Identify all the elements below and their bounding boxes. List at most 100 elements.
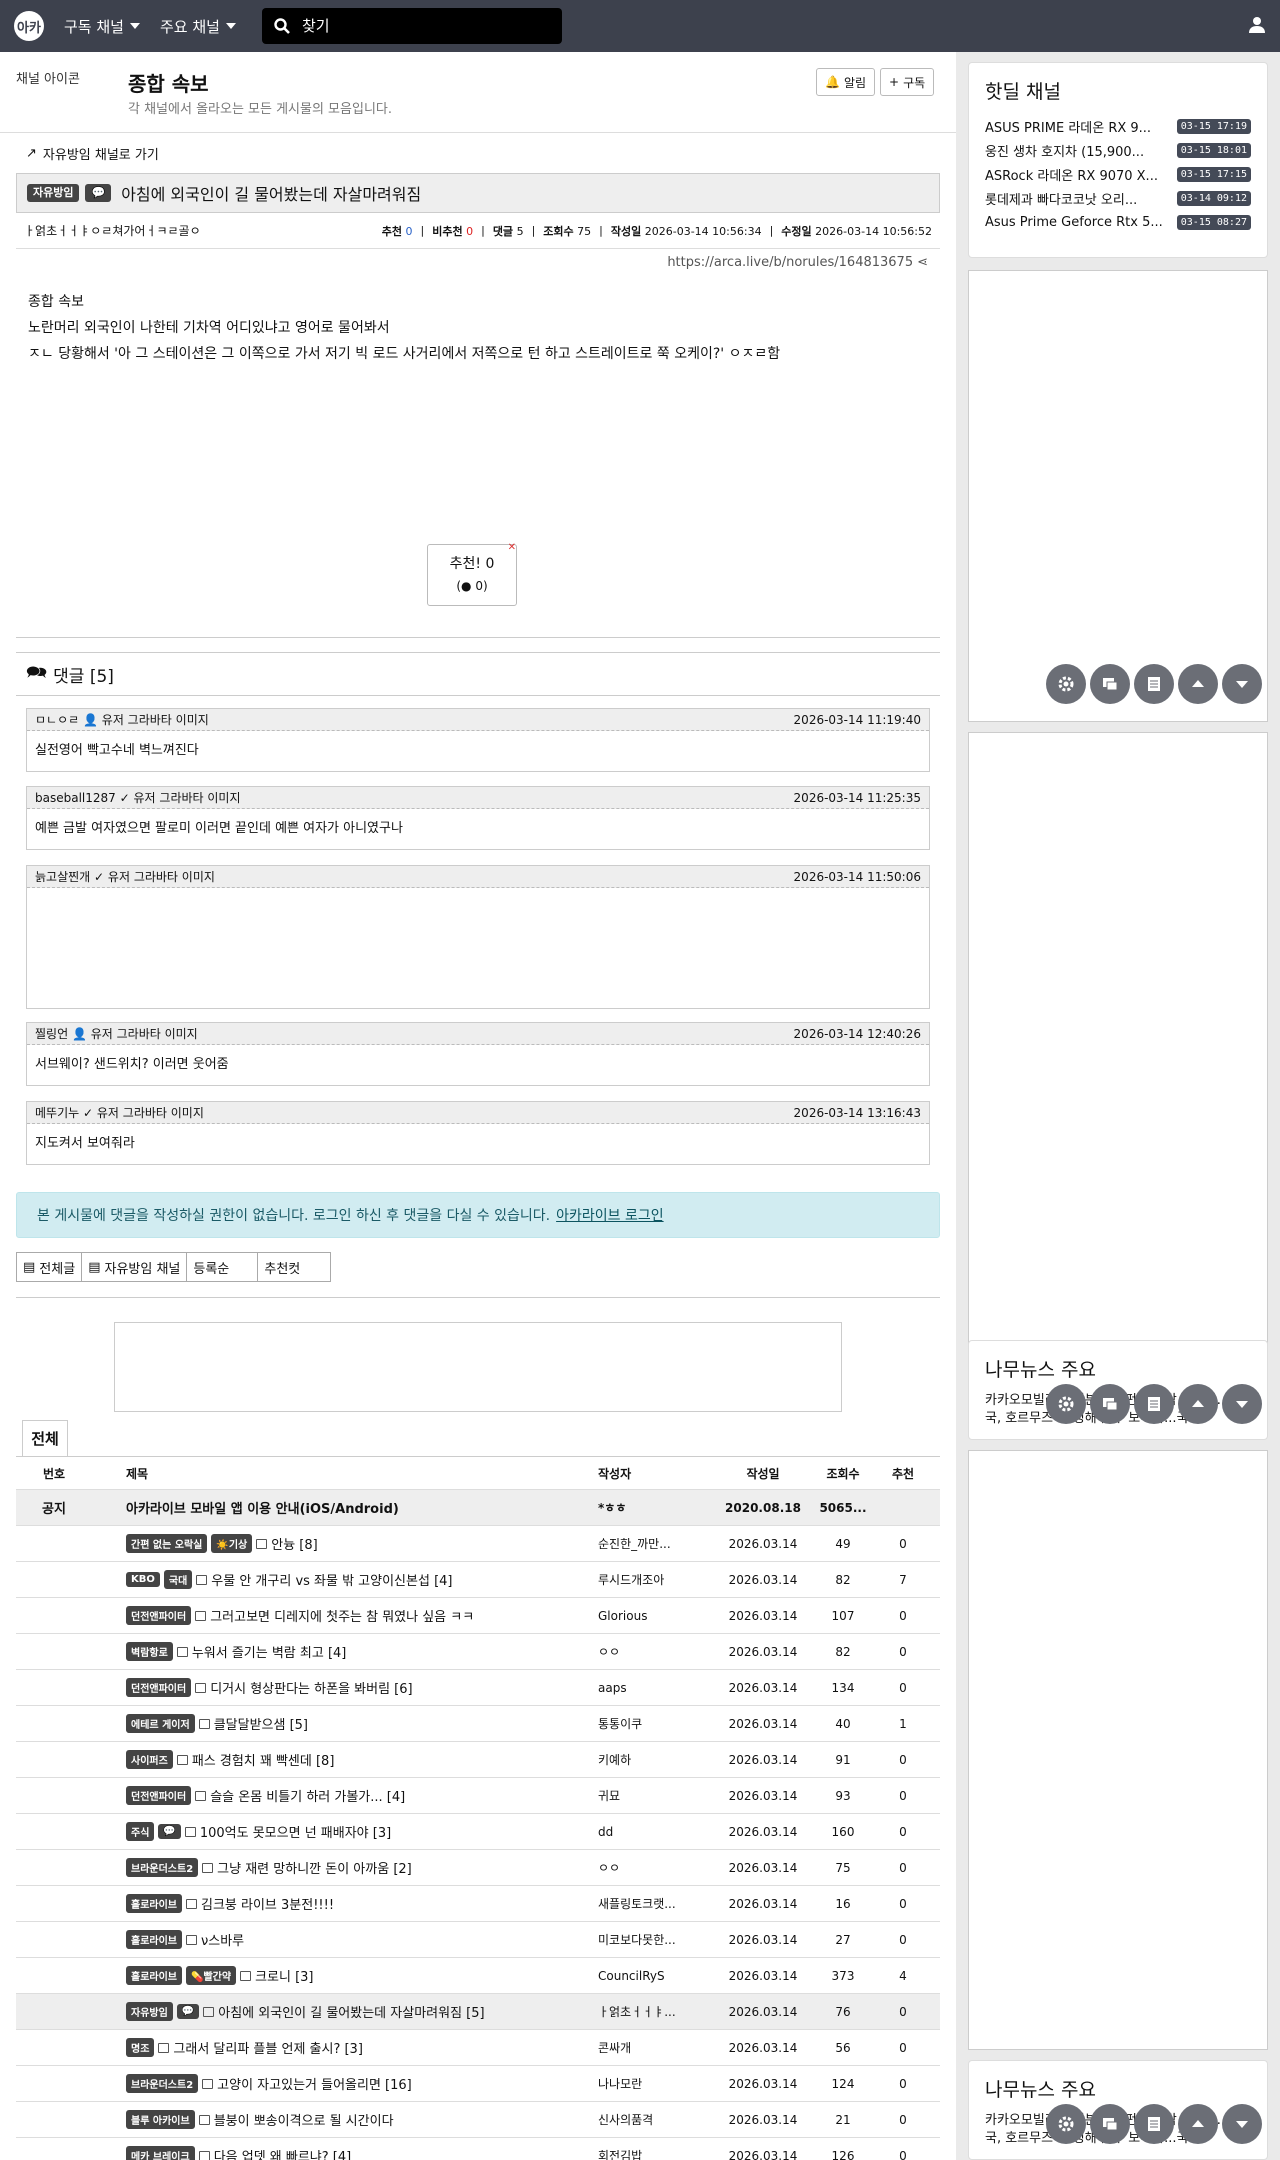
list-button[interactable] <box>1134 1384 1174 1424</box>
category-badge[interactable]: 에테르 게이저 <box>126 1714 195 1733</box>
category-badge[interactable]: 홀로라이브 <box>126 1930 182 1949</box>
row-title-cell[interactable]: 주식 💬 100억도 못모으면 넌 패배자야 [3] <box>92 1822 598 1841</box>
row-title-cell[interactable]: 사이퍼즈 패스 경험치 꽤 빡센데 [8] <box>92 1750 598 1769</box>
table-row[interactable]: 홀로라이브 ν스바루 미코보다못한... 2026.03.14 27 0 <box>16 1922 940 1958</box>
category-badge[interactable]: 사이퍼즈 <box>126 1750 173 1769</box>
comments-button[interactable] <box>1090 2104 1130 2144</box>
scroll-top-button[interactable] <box>1178 664 1218 704</box>
row-title-cell[interactable]: 던전앤파이터 그러고보면 디레지에 첫주는 참 뭐였나 싶음 ㅋㅋ <box>92 1606 598 1625</box>
row-title-cell[interactable]: 자유방임 💬 아침에 외국인이 길 물어봤는데 자살마려워짐 [5] <box>92 2002 598 2021</box>
table-row[interactable]: 던전앤파이터 그러고보면 디레지에 첫주는 참 뭐였나 싶음 ㅋㅋ Glorious… <box>16 1598 940 1634</box>
category-badge[interactable]: 던전앤파이터 <box>126 1606 192 1625</box>
article-author[interactable]: ㅏ얽초ㅓㅓㅑㅇㄹ쳐가어ㅓㅋㄹ골ㅇ <box>24 222 374 239</box>
category-badge[interactable]: 자유방임 <box>126 2002 173 2021</box>
category-badge[interactable]: 간편 없는 오락실 <box>126 1534 208 1553</box>
row-title[interactable]: 100억도 못모으면 넌 패배자야 [3] <box>200 1822 391 1841</box>
row-author[interactable]: ㅇㅇ <box>598 1643 718 1660</box>
row-title-cell[interactable]: 던전앤파이터 디거시 형상판다는 하폰을 봐버림 [6] <box>92 1678 598 1697</box>
row-author[interactable]: 통통이쿠 <box>598 1715 718 1732</box>
category-badge[interactable]: 벽람항로 <box>126 1642 173 1661</box>
category-badge[interactable]: 메카 브레이크 <box>126 2146 195 2160</box>
row-author[interactable]: 신사의품격 <box>598 2111 718 2128</box>
ad-banner[interactable] <box>114 1322 842 1412</box>
category-badge[interactable]: 국대 <box>163 1570 193 1589</box>
table-row[interactable]: 에테르 게이저 클달달받으샘 [5] 통통이쿠 2026.03.14 40 1 <box>16 1706 940 1742</box>
filter-channel[interactable]: ▤ 자유방임 채널 <box>81 1252 188 1282</box>
close-icon[interactable]: ✕ <box>508 537 516 559</box>
row-author[interactable]: 귀묘 <box>598 1787 718 1804</box>
row-title-cell[interactable]: 홀로라이브 김크붕 라이브 3분전!!!! <box>92 1894 598 1913</box>
subscribed-channels-dropdown[interactable]: 구독 채널 <box>64 16 140 37</box>
row-author[interactable]: Glorious <box>598 1609 718 1623</box>
row-title-cell[interactable]: 홀로라이브 ν스바루 <box>92 1930 598 1949</box>
filter-order[interactable]: 등록순 <box>186 1252 259 1282</box>
scroll-bottom-button[interactable] <box>1222 1384 1262 1424</box>
scroll-bottom-button[interactable] <box>1222 664 1262 704</box>
comments-button[interactable] <box>1090 664 1130 704</box>
settings-button[interactable] <box>1046 2104 1086 2144</box>
row-title[interactable]: 고양이 자고있는거 들어올리면 [16] <box>217 2074 412 2093</box>
row-title-cell[interactable]: 브라운더스트2 그냥 재련 망하니깐 돈이 아까움 [2] <box>92 1858 598 1877</box>
hotdeal-title[interactable]: 핫딜 채널 <box>985 77 1251 104</box>
row-author[interactable]: *ㅎㅎ <box>598 1499 718 1516</box>
row-title[interactable]: ν스바루 <box>201 1930 244 1949</box>
settings-button[interactable] <box>1046 1384 1086 1424</box>
row-author[interactable]: 루시드개조아 <box>598 1571 718 1588</box>
row-author[interactable]: aaps <box>598 1681 718 1695</box>
goto-channel-link[interactable]: ↗ 자유방임 채널로 가기 <box>16 133 940 173</box>
row-title[interactable]: 우물 안 개구리 vs 좌물 밖 고양이신본섭 [4] <box>211 1570 452 1589</box>
row-title-cell[interactable]: 브라운더스트2 고양이 자고있는거 들어올리면 [16] <box>92 2074 598 2093</box>
row-title[interactable]: 그냥 재련 망하니깐 돈이 아까움 [2] <box>217 1858 412 1877</box>
row-title-cell[interactable]: 홀로라이브 💊빨간약 크로니 [3] <box>92 1966 598 1985</box>
row-author[interactable]: 콘싸개 <box>598 2039 718 2056</box>
user-icon[interactable] <box>1248 16 1266 34</box>
scroll-top-button[interactable] <box>1178 1384 1218 1424</box>
comment-author[interactable]: 메뚜기누 <box>35 1106 79 1120</box>
category-badge[interactable]: 명조 <box>126 2038 155 2057</box>
article-url[interactable]: https://arca.live/b/norules/164813675 <box>667 255 913 270</box>
category-badge[interactable]: 브라운더스트2 <box>126 2074 199 2093</box>
category-badge[interactable]: 던전앤파이터 <box>126 1786 192 1805</box>
notice-row[interactable]: 공지 아카라이브 모바일 앱 이용 안내(iOS/Android) *ㅎㅎ 2020.… <box>16 1490 940 1526</box>
row-title[interactable]: 아침에 외국인이 길 물어봤는데 자살마려워짐 [5] <box>218 2002 484 2021</box>
hotdeal-item[interactable]: ASRock 라데온 RX 9070 X... 03-15 17:15 <box>985 162 1251 186</box>
news-title[interactable]: 나무뉴스 주요 <box>985 1355 1251 1382</box>
table-row[interactable]: 던전앤파이터 디거시 형상판다는 하폰을 봐버림 [6] aaps 2026.03.1… <box>16 1670 940 1706</box>
share-icon[interactable]: ⋖ <box>917 255 928 270</box>
category-badge[interactable]: 💊빨간약 <box>186 1966 237 1985</box>
row-author[interactable]: 순진한_까만... <box>598 1535 718 1552</box>
table-row[interactable]: 자유방임 💬 아침에 외국인이 길 물어봤는데 자살마려워짐 [5] ㅏ얽초ㅓㅓㅑ..… <box>16 1994 940 2030</box>
row-title[interactable]: 누워서 즐기는 벽람 최고 [4] <box>192 1642 347 1661</box>
comment-author[interactable]: ㅁㄴㅇㄹ <box>35 713 79 727</box>
table-row[interactable]: 간편 없는 오락실 ☀️기상 안늉 [8] 순진한_까만... 2026.03.14 49… <box>16 1526 940 1562</box>
row-title-cell[interactable]: KBO 국대 우물 안 개구리 vs 좌물 밖 고양이신본섭 [4] <box>92 1570 598 1589</box>
category-badge[interactable]: 블루 아카이브 <box>126 2110 195 2129</box>
table-row[interactable]: 브라운더스트2 고양이 자고있는거 들어올리면 [16] 나나모란 2026.03.1… <box>16 2066 940 2102</box>
comment-author[interactable]: 늙고살찐개 <box>35 870 90 884</box>
row-title[interactable]: 그러고보면 디레지에 첫주는 참 뭐였나 싶음 ㅋㅋ <box>210 1606 474 1625</box>
sidebar-ad[interactable] <box>968 270 1268 722</box>
table-row[interactable]: 주식 💬 100억도 못모으면 넌 패배자야 [3] dd 2026.03.14 160 0 <box>16 1814 940 1850</box>
comment-author[interactable]: 찔링언 <box>35 1027 68 1041</box>
list-button[interactable] <box>1134 2104 1174 2144</box>
row-title[interactable]: 김크붕 라이브 3분전!!!! <box>201 1894 334 1913</box>
table-row[interactable]: 명조 그래서 달리파 플블 언제 출시? [3] 콘싸개 2026.03.14 56 0 <box>16 2030 940 2066</box>
settings-button[interactable] <box>1046 664 1086 704</box>
row-author[interactable]: ㅏ얽초ㅓㅓㅑ... <box>598 2003 718 2020</box>
vote-button[interactable]: ✕ 추천! 0 (● 0) <box>427 542 517 606</box>
row-title[interactable]: 안늉 [8] <box>271 1534 317 1553</box>
table-row[interactable]: 메카 브레이크 다음 업뎃 왜 빠르냐? [4] 회전김밥 2026.03.14 126… <box>16 2138 940 2160</box>
comments-button[interactable] <box>1090 1384 1130 1424</box>
row-title-cell[interactable]: 벽람항로 누워서 즐기는 벽람 최고 [4] <box>92 1642 598 1661</box>
row-author[interactable]: 미코보다못한... <box>598 1931 718 1948</box>
row-author[interactable]: CouncilRyS <box>598 1969 718 1983</box>
category-badge[interactable]: 던전앤파이터 <box>126 1678 192 1697</box>
row-title[interactable]: 크로니 [3] <box>255 1966 313 1985</box>
row-title[interactable]: 아카라이브 모바일 앱 이용 안내(iOS/Android) <box>126 1498 399 1517</box>
row-title-cell[interactable]: 아카라이브 모바일 앱 이용 안내(iOS/Android) <box>92 1498 598 1517</box>
scroll-bottom-button[interactable] <box>1222 2104 1262 2144</box>
sidebar-ad[interactable] <box>968 732 1268 1374</box>
row-title-cell[interactable]: 메카 브레이크 다음 업뎃 왜 빠르냐? [4] <box>92 2146 598 2160</box>
table-row[interactable]: 홀로라이브 김크붕 라이브 3분전!!!! 새플링토크랫... 2026.03.14 1… <box>16 1886 940 1922</box>
category-badge[interactable]: 💬 <box>158 1824 181 1839</box>
